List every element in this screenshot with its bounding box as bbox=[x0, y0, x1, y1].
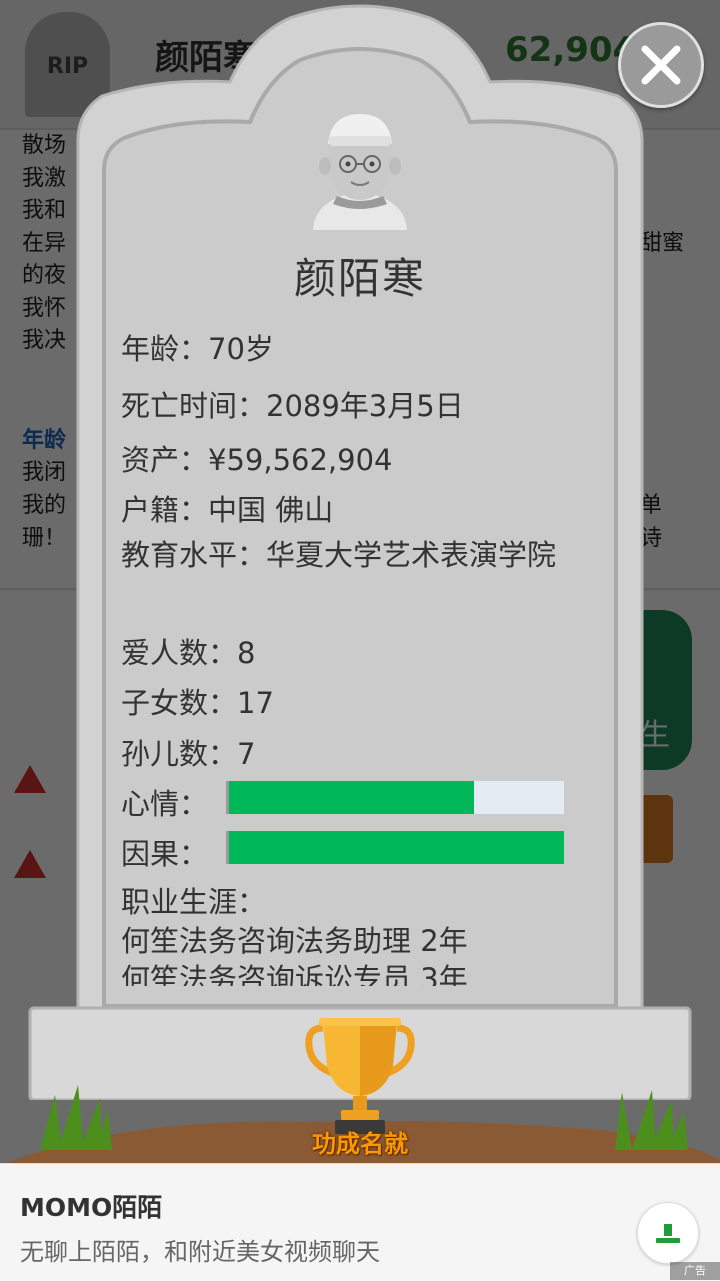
education-info: 教育水平：华夏大学艺术表演学院 bbox=[121, 538, 557, 572]
age-info: 年龄：70岁 bbox=[121, 332, 274, 366]
tombstone-dialog: 颜陌寒 年龄：70岁 死亡时间：2089年3月5日 资产：¥59,562,904… bbox=[0, 0, 720, 1280]
mood-label: 心情： bbox=[121, 787, 209, 821]
career-label: 职业生涯： bbox=[121, 885, 267, 919]
mood-bar-fill bbox=[229, 781, 474, 814]
death-time-info: 死亡时间：2089年3月5日 bbox=[121, 389, 464, 423]
assets-info: 资产：¥59,562,904 bbox=[121, 443, 393, 477]
karma-bar bbox=[226, 831, 564, 864]
mood-bar bbox=[226, 781, 564, 814]
karma-label: 因果： bbox=[121, 837, 209, 871]
career-item: 何笙法务咨询法务助理 2年 bbox=[121, 924, 468, 958]
ad-banner[interactable]: MOMO陌陌 无聊上陌陌，和附近美女视频聊天 bbox=[0, 1163, 720, 1281]
download-icon bbox=[656, 1224, 680, 1243]
achievement-label: 功成名就 bbox=[312, 1130, 408, 1158]
trophy-icon bbox=[305, 1018, 415, 1134]
children-info: 子女数：17 bbox=[121, 686, 274, 720]
career-item: 何笙法务咨询诉讼专员 3年 bbox=[121, 962, 468, 986]
career-list[interactable]: 何笙法务咨询法务助理 2年 何笙法务咨询诉讼专员 3年 bbox=[121, 922, 581, 986]
hometown-info: 户籍：中国 佛山 bbox=[121, 493, 334, 527]
grandchildren-info: 孙儿数：7 bbox=[121, 737, 256, 771]
karma-bar-fill bbox=[229, 831, 564, 864]
avatar bbox=[313, 114, 407, 230]
lovers-info: 爱人数：8 bbox=[121, 636, 256, 670]
ad-title: MOMO陌陌 bbox=[20, 1193, 163, 1222]
close-button[interactable] bbox=[618, 22, 704, 108]
deceased-name: 颜陌寒 bbox=[293, 254, 426, 303]
close-icon bbox=[641, 45, 681, 85]
ad-download-button[interactable] bbox=[637, 1202, 699, 1264]
ad-description: 无聊上陌陌，和附近美女视频聊天 bbox=[20, 1238, 380, 1266]
ad-tag: 广告 bbox=[670, 1262, 720, 1280]
